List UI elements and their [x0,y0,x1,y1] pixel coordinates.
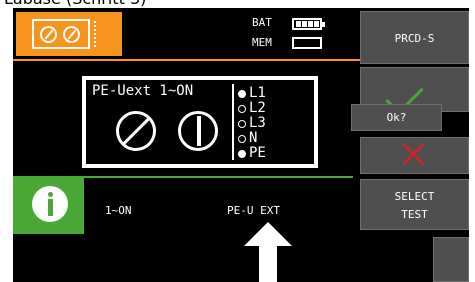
battery-cell [296,21,301,27]
page-heading: Labase (Schritt 3) [0,0,180,8]
phase-dot-icon [238,119,246,128]
phase-divider [232,84,234,160]
ok-prompt-button[interactable]: Ok? [351,104,442,131]
bar-symbol-icon [178,111,218,151]
mode-label: 1~ON [105,204,132,217]
info-button[interactable] [13,176,84,234]
battery-icon [292,18,325,30]
softkey-column: PRCD-S Ok? SELECT TEST [351,8,469,282]
mem-label: MEM [252,36,272,49]
battery-cell [302,21,307,27]
phase-dot-icon [238,89,246,98]
test-label: TEST [401,208,428,221]
logo-pins [94,21,100,47]
measurement-label: PE-U EXT [227,204,280,217]
phase-list: L1 L2 L3 N PE [238,86,266,161]
meter-logo-icon [16,12,122,56]
test-diagram-panel: PE-Uext 1~ON L1 L2 L3 N PE [82,76,318,168]
phase-label: L1 [249,85,266,101]
select-test-button[interactable]: SELECT TEST [360,179,469,230]
logo-dial-left [40,26,57,43]
prcd-s-label: PRCD-S [394,32,435,45]
blank-softkey[interactable] [433,237,469,282]
info-icon [32,186,68,222]
phase-item-n: N [238,131,266,146]
device-screen: BAT MEM PE-Uext 1~ON L1 L2 L3 N PE 1~ON … [13,8,469,282]
memory-icon [292,37,322,49]
phase-label: N [249,130,258,146]
top-divider [13,59,371,61]
select-label: SELECT [394,190,435,203]
phase-dot-icon [238,134,246,143]
phase-label: L3 [249,115,266,131]
ok-label: Ok? [386,111,407,124]
phase-item-pe: PE [238,146,266,161]
logo-frame [32,19,90,49]
panel-title: PE-Uext 1~ON [92,83,194,99]
cancel-button[interactable] [360,137,469,174]
arrow-up-icon [244,222,292,246]
slash-symbol-icon [116,111,156,151]
phase-item-l3: L3 [238,116,266,131]
heading-text: Labase (Schritt 3) [4,0,146,8]
bat-label: BAT [252,16,272,29]
phase-dot-icon [238,104,246,113]
prcd-s-button[interactable]: PRCD-S [360,11,469,64]
test-diagram-inner: PE-Uext 1~ON L1 L2 L3 N PE [86,80,314,164]
phase-label: PE [249,145,266,161]
phase-item-l2: L2 [238,101,266,116]
cross-icon [401,142,425,166]
phase-label: L2 [249,100,266,116]
phase-dot-icon [238,149,246,158]
info-divider [84,176,353,178]
battery-cell [308,21,313,27]
logo-dial-right [63,26,80,43]
arrow-stem [259,245,277,282]
phase-item-l1: L1 [238,86,266,101]
battery-cell [314,21,319,27]
